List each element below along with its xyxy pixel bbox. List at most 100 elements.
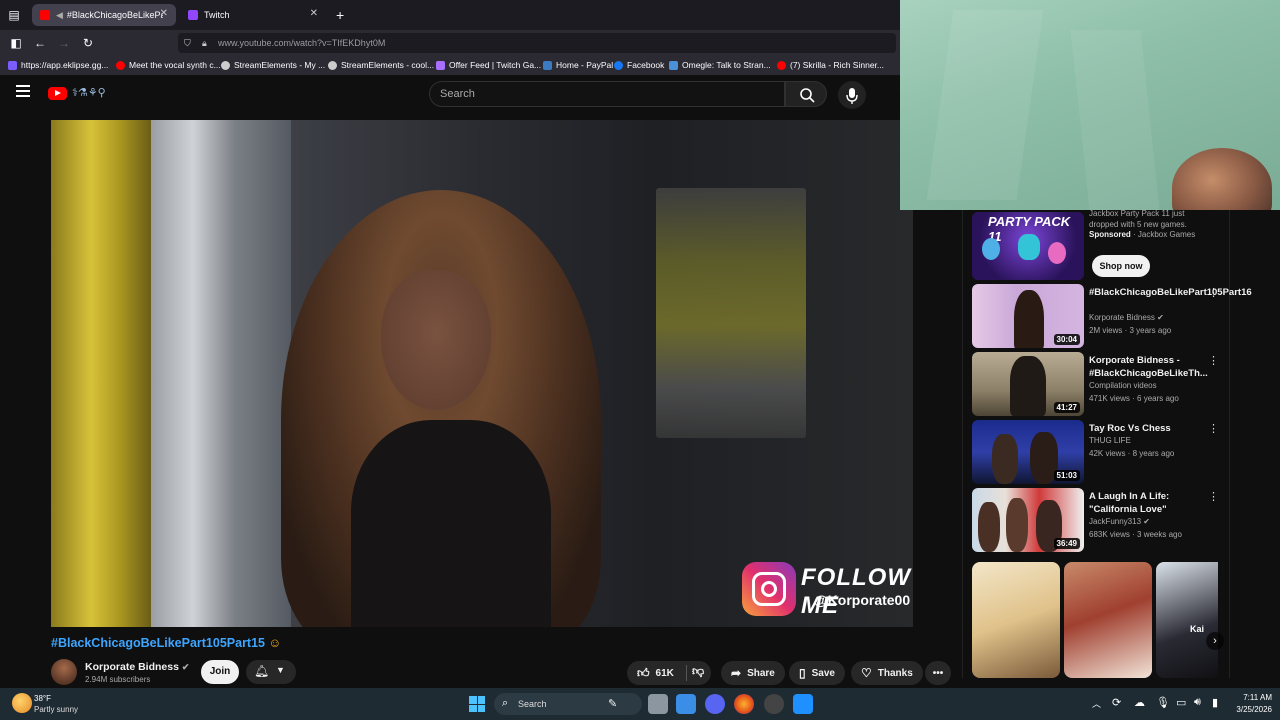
youtube-logo-icon[interactable] <box>48 87 67 100</box>
channel-name[interactable]: THUG LIFE <box>1089 436 1131 445</box>
gem-icon <box>436 60 445 70</box>
new-tab-button[interactable]: + <box>336 7 344 23</box>
channel-name[interactable]: Korporate Bidness ✔ <box>85 661 189 673</box>
more-actions-button[interactable]: ••• <box>925 661 951 685</box>
tab-youtube[interactable]: ◀ #BlackChicagoBeLikePart10 ✕ <box>32 4 176 26</box>
windows-start-icon[interactable] <box>469 696 485 712</box>
bookmark-item[interactable]: Home - PayPal <box>543 60 613 70</box>
shop-now-button[interactable]: Shop now <box>1092 255 1150 277</box>
discord-icon[interactable] <box>705 694 725 714</box>
subscribed-bell-button[interactable]: 🔔︎ ▼ <box>246 660 296 684</box>
video-thumbnail[interactable]: 41:27 <box>972 352 1084 416</box>
search-button[interactable] <box>785 81 827 107</box>
video-title[interactable]: Tay Roc Vs Chess <box>1089 422 1207 435</box>
video-title[interactable]: A Laugh In A Life: "California Love" <box>1089 490 1207 516</box>
share-button[interactable]: ➦ Share <box>721 661 785 685</box>
ad-thumbnail[interactable]: PARTY PACK 11 <box>972 212 1084 280</box>
channel-name[interactable]: Korporate Bidness ✔ <box>1089 313 1164 322</box>
sidebar-toggle-icon[interactable]: ◧ <box>8 35 24 51</box>
video-player[interactable]: FOLLOW ME @Korporate00 <box>51 120 913 627</box>
chevron-down-icon: ▼ <box>276 665 285 675</box>
search-input[interactable]: Search <box>429 81 785 107</box>
video-title-text: #BlackChicagoBeLikePart105Part15 <box>51 636 266 650</box>
video-thumbnail[interactable]: 36:49 <box>972 488 1084 552</box>
battery-icon[interactable]: ▮ <box>1212 696 1218 709</box>
youtube-favicon-icon <box>40 10 50 20</box>
video-title[interactable]: #BlackChicagoBeLikePart105Part16 <box>1089 286 1252 299</box>
weather-desc[interactable]: Partly sunny <box>34 705 78 714</box>
channel-name[interactable]: Compilation videos <box>1089 381 1157 390</box>
tab-list-icon[interactable]: ▤ <box>6 7 22 23</box>
app-window-icon[interactable] <box>793 694 813 714</box>
bookmark-item[interactable]: StreamElements - cool... <box>328 60 434 70</box>
microphone-icon[interactable]: 🎙︎ <box>1156 696 1170 709</box>
verified-icon: ✔ <box>1157 313 1164 322</box>
close-tab-icon[interactable]: ✕ <box>160 8 168 19</box>
address-bar[interactable]: ⛉ 🔒︎ www.youtube.com/watch?v=TIfEKDhyt0M <box>178 33 896 53</box>
clock-date[interactable]: 3/25/2026 <box>1222 705 1272 714</box>
video-title[interactable]: #BlackChicagoBeLikePart105Part15 ☺ <box>51 636 281 650</box>
network-icon[interactable]: ▭ <box>1176 696 1186 709</box>
thanks-button[interactable]: ♡ Thanks <box>851 661 923 685</box>
chevron-right-icon[interactable]: › <box>1206 632 1224 650</box>
thumbs-up-icon[interactable]: 👍︎ <box>637 666 650 681</box>
channel-avatar[interactable] <box>51 659 77 685</box>
recommendation-item[interactable]: 30:04 #BlackChicagoBeLikePart105Part16 K… <box>972 284 1252 348</box>
weather-temp[interactable]: 38°F <box>34 694 51 703</box>
character-shape <box>1048 242 1066 264</box>
bell-icon: 🔔︎ <box>254 664 270 678</box>
bookmark-item[interactable]: Offer Feed | Twitch Ga... <box>436 60 541 70</box>
sponsored-ad[interactable]: PARTY PACK 11 Jackbox Party Pack 11 just… <box>972 209 1222 280</box>
thumbs-down-icon[interactable]: 👎︎ <box>692 664 704 679</box>
reload-icon[interactable]: ↻ <box>80 35 96 51</box>
taskbar-search[interactable]: ⌕ Search ✎ <box>494 693 642 715</box>
tray-app-icon[interactable]: ⟳ <box>1112 696 1121 709</box>
file-explorer-icon[interactable] <box>676 694 696 714</box>
thanks-icon: ♡ <box>861 666 872 680</box>
volume-icon[interactable]: 🔊︎ <box>1194 696 1201 709</box>
obs-icon[interactable] <box>764 694 784 714</box>
video-thumbnail[interactable]: 51:03 <box>972 420 1084 484</box>
cloud-icon[interactable]: ☁ <box>1134 696 1145 709</box>
weather-icon[interactable] <box>12 693 32 713</box>
more-vertical-icon[interactable]: ⋮ <box>1208 422 1219 435</box>
clock-time[interactable]: 7:11 AM <box>1232 693 1272 702</box>
video-thumbnail[interactable]: 30:04 <box>972 284 1084 348</box>
short-thumbnail[interactable] <box>1064 562 1152 678</box>
bookmark-item[interactable]: Omegle: Talk to Stran... <box>669 60 771 70</box>
task-view-icon[interactable] <box>648 694 668 714</box>
recommendation-item[interactable]: 51:03 Tay Roc Vs Chess THUG LIFE 42K vie… <box>972 420 1222 484</box>
duration-badge: 51:03 <box>1053 470 1080 481</box>
youtube-icon <box>116 60 125 70</box>
close-tab-icon[interactable]: ✕ <box>310 8 318 19</box>
chevron-up-icon[interactable]: ︿ <box>1092 697 1101 710</box>
video-meta: 683K views · 3 weeks ago <box>1089 530 1182 539</box>
channel-name[interactable]: JackFunny313 ✔ <box>1089 517 1150 526</box>
firefox-icon[interactable] <box>734 694 754 714</box>
background-poster <box>656 188 806 438</box>
hamburger-menu-icon[interactable] <box>16 85 30 97</box>
more-vertical-icon[interactable]: ⋮ <box>1208 354 1219 367</box>
back-icon[interactable]: ← <box>32 35 48 51</box>
save-button[interactable]: ▯ Save <box>789 661 845 685</box>
forward-icon[interactable]: → <box>56 35 72 51</box>
shield-icon: ⛉ <box>184 38 191 48</box>
join-button[interactable]: Join <box>201 660 239 684</box>
thanks-label: Thanks <box>877 667 913 679</box>
more-vertical-icon[interactable]: ⋮ <box>1208 286 1219 299</box>
like-count[interactable]: 61K <box>656 668 674 679</box>
bookmark-item[interactable]: (7) Skrilla - Rich Sinner... <box>777 60 884 70</box>
short-thumbnail[interactable] <box>972 562 1060 678</box>
tab-twitch[interactable]: Twitch ✕ <box>180 4 326 26</box>
bookmark-item[interactable]: Facebook <box>614 60 664 70</box>
bookmark-item[interactable]: https://app.eklipse.gg... <box>8 60 108 70</box>
voice-search-button[interactable] <box>838 81 866 109</box>
streamelements-icon <box>221 60 230 70</box>
short-thumbnail[interactable]: Kai <box>1156 562 1218 678</box>
more-vertical-icon[interactable]: ⋮ <box>1208 490 1219 503</box>
recommendation-item[interactable]: 41:27 Korporate Bidness - #BlackChicagoB… <box>972 352 1222 416</box>
video-title[interactable]: Korporate Bidness - #BlackChicagoBeLikeT… <box>1089 354 1208 380</box>
bookmark-item[interactable]: Meet the vocal synth c... <box>116 60 221 70</box>
bookmark-item[interactable]: StreamElements - My ... <box>221 60 325 70</box>
recommendation-item[interactable]: 36:49 A Laugh In A Life: "California Lov… <box>972 488 1222 552</box>
